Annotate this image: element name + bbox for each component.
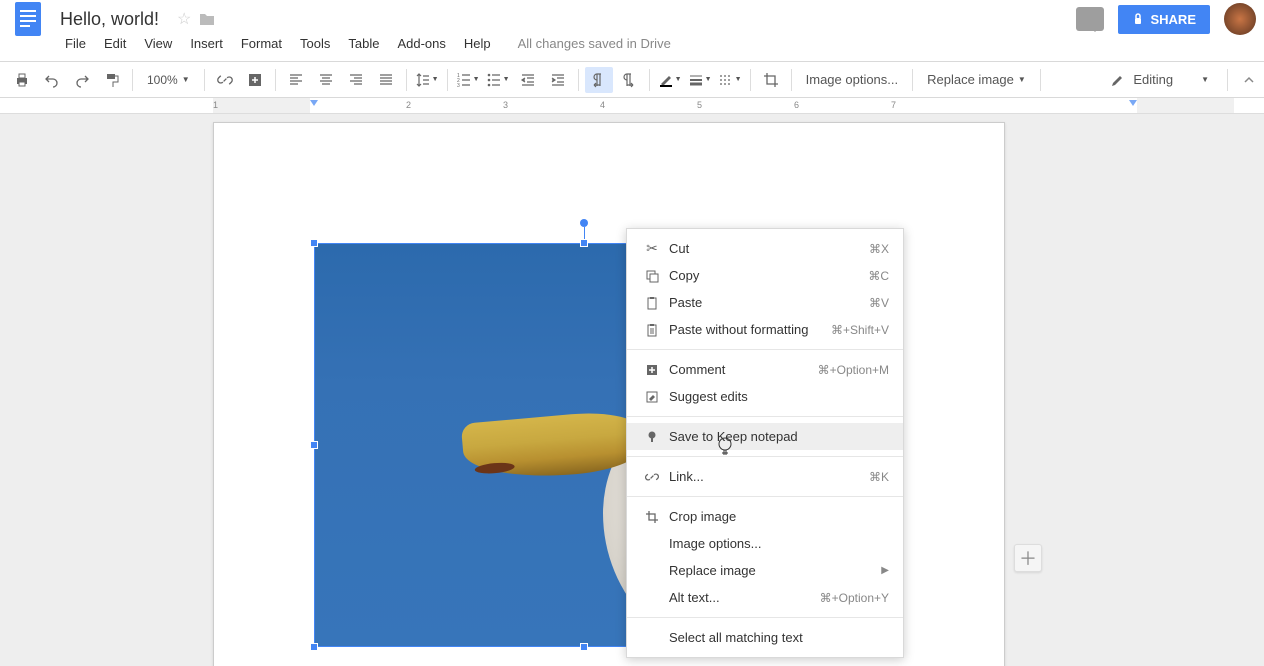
user-avatar[interactable] (1224, 3, 1256, 35)
keep-icon (641, 430, 663, 444)
paint-format-icon[interactable] (98, 67, 126, 93)
image-options-button[interactable]: Image options... (798, 68, 907, 91)
cm-suggest-edits[interactable]: Suggest edits (627, 383, 903, 410)
link-icon (641, 470, 663, 484)
menu-insert[interactable]: Insert (183, 32, 230, 55)
resize-handle-tm[interactable] (580, 239, 588, 247)
ltr-icon[interactable] (585, 67, 613, 93)
cm-paste[interactable]: Paste ⌘V (627, 289, 903, 316)
crop-icon (641, 510, 663, 524)
numbered-list-icon[interactable]: 123▼ (454, 67, 482, 93)
menu-table[interactable]: Table (341, 32, 386, 55)
border-weight-icon[interactable]: ▼ (686, 67, 714, 93)
menu-view[interactable]: View (137, 32, 179, 55)
cm-crop-image[interactable]: Crop image (627, 503, 903, 530)
undo-icon[interactable] (38, 67, 66, 93)
paste-no-format-icon (641, 323, 663, 337)
cm-link[interactable]: Link... ⌘K (627, 463, 903, 490)
paste-icon (641, 296, 663, 310)
title-row: Hello, world! ☆ SHARE (0, 0, 1264, 32)
collapse-toolbar-icon[interactable] (1242, 73, 1256, 87)
indent-increase-icon[interactable] (544, 67, 572, 93)
menu-edit[interactable]: Edit (97, 32, 133, 55)
share-label: SHARE (1150, 12, 1196, 27)
submenu-arrow-icon: ▶ (881, 565, 889, 576)
border-dash-icon[interactable]: ▼ (716, 67, 744, 93)
header: Hello, world! ☆ SHARE File Edit View Ins… (0, 0, 1264, 62)
redo-icon[interactable] (68, 67, 96, 93)
folder-icon[interactable] (199, 12, 215, 26)
document-title[interactable]: Hello, world! (60, 9, 159, 30)
menu-addons[interactable]: Add-ons (390, 32, 452, 55)
toolbar: 100%▼ ▼ 123▼ ▼ ▼ ▼ ▼ Image options... Re… (0, 62, 1264, 98)
resize-handle-bl[interactable] (310, 643, 318, 651)
cm-cut[interactable]: ✂ Cut ⌘X (627, 235, 903, 262)
print-icon[interactable] (8, 67, 36, 93)
cut-icon: ✂ (641, 240, 663, 257)
menu-file[interactable]: File (58, 32, 93, 55)
star-icon[interactable]: ☆ (177, 9, 191, 29)
comments-icon[interactable] (1076, 7, 1104, 31)
replace-image-button[interactable]: Replace image▼ (919, 68, 1034, 91)
cm-comment[interactable]: Comment ⌘+Option+M (627, 356, 903, 383)
suggest-icon (641, 390, 663, 404)
cm-replace-image[interactable]: Replace image ▶ (627, 557, 903, 584)
share-button[interactable]: SHARE (1118, 5, 1210, 34)
align-left-icon[interactable] (282, 67, 310, 93)
resize-handle-bm[interactable] (580, 643, 588, 651)
add-comment-icon[interactable] (241, 67, 269, 93)
rtl-icon[interactable] (615, 67, 643, 93)
menu-bar: File Edit View Insert Format Tools Table… (0, 32, 1264, 61)
ruler[interactable]: 1 2 3 4 5 6 7 (0, 98, 1264, 114)
resize-handle-ml[interactable] (310, 441, 318, 449)
cm-copy[interactable]: Copy ⌘C (627, 262, 903, 289)
menu-format[interactable]: Format (234, 32, 289, 55)
cm-alt-text[interactable]: Alt text... ⌘+Option+Y (627, 584, 903, 611)
zoom-select[interactable]: 100%▼ (139, 69, 198, 91)
menu-help[interactable]: Help (457, 32, 498, 55)
comment-icon (641, 363, 663, 377)
border-color-icon[interactable]: ▼ (656, 67, 684, 93)
menu-tools[interactable]: Tools (293, 32, 337, 55)
copy-icon (641, 269, 663, 283)
editing-mode-button[interactable]: Editing ▼ (1099, 68, 1221, 91)
docs-app-icon[interactable] (8, 0, 48, 39)
add-comment-floating-button[interactable]: ＋ (1014, 544, 1042, 572)
rotate-handle[interactable] (580, 219, 588, 227)
align-center-icon[interactable] (312, 67, 340, 93)
cm-save-to-keep[interactable]: Save to Keep notepad (627, 423, 903, 450)
svg-text:3: 3 (457, 83, 460, 88)
save-status: All changes saved in Drive (518, 36, 671, 51)
cm-select-all-matching[interactable]: Select all matching text (627, 624, 903, 651)
align-justify-icon[interactable] (372, 67, 400, 93)
indent-decrease-icon[interactable] (514, 67, 542, 93)
context-menu: ✂ Cut ⌘X Copy ⌘C Paste ⌘V Paste without … (626, 228, 904, 658)
align-right-icon[interactable] (342, 67, 370, 93)
link-icon[interactable] (211, 67, 239, 93)
crop-icon[interactable] (757, 67, 785, 93)
cm-image-options[interactable]: Image options... (627, 530, 903, 557)
cm-paste-no-format[interactable]: Paste without formatting ⌘+Shift+V (627, 316, 903, 343)
bulleted-list-icon[interactable]: ▼ (484, 67, 512, 93)
line-spacing-icon[interactable]: ▼ (413, 67, 441, 93)
resize-handle-tl[interactable] (310, 239, 318, 247)
